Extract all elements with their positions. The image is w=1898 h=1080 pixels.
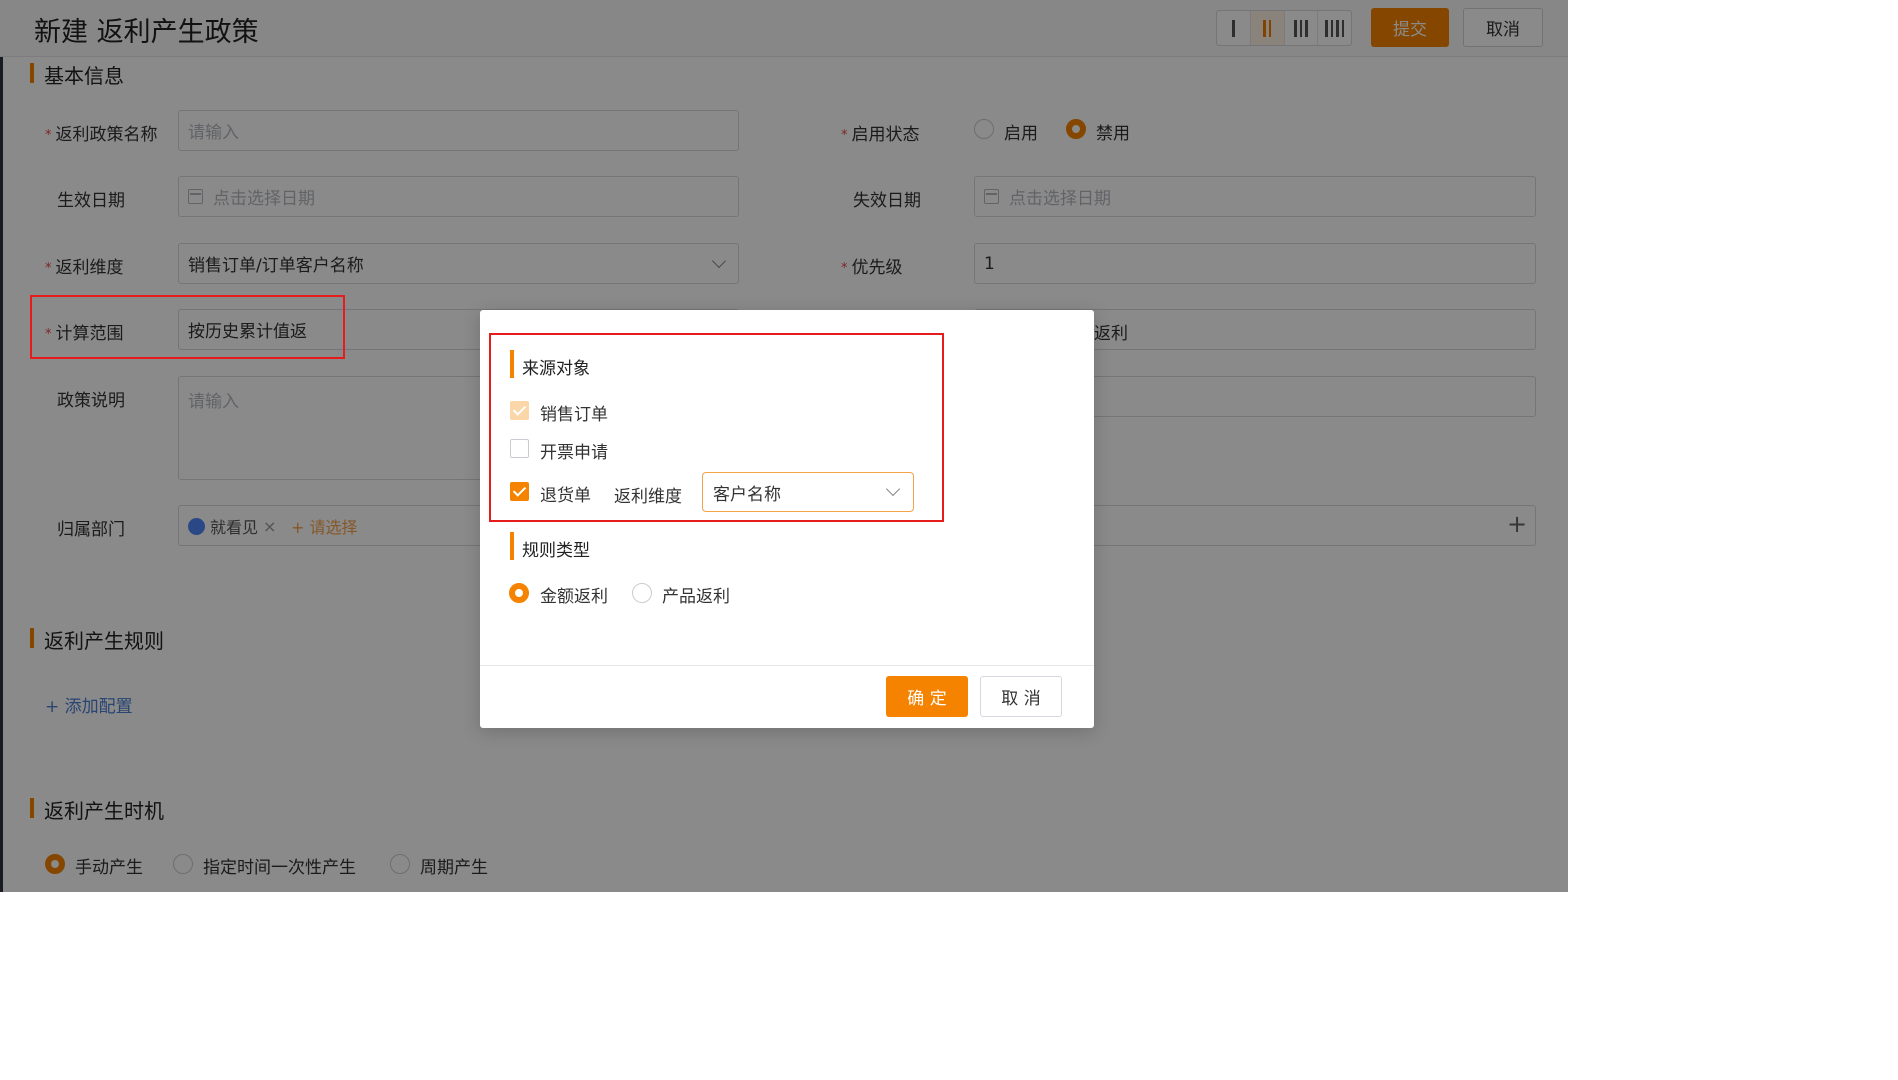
dialog-footer-divider: [480, 665, 1094, 666]
amount-rebate-label[interactable]: 金额返利: [540, 582, 608, 607]
scope-highlight-box: [30, 295, 345, 359]
rule-type-title: 规则类型: [510, 532, 590, 561]
confirm-button[interactable]: 确 定: [886, 676, 968, 717]
product-rebate-label[interactable]: 产品返利: [662, 582, 730, 607]
amount-rebate-radio[interactable]: [509, 583, 529, 603]
source-section-highlight-box: [489, 333, 944, 522]
product-rebate-radio[interactable]: [632, 583, 652, 603]
dialog-cancel-button[interactable]: 取 消: [980, 676, 1062, 717]
